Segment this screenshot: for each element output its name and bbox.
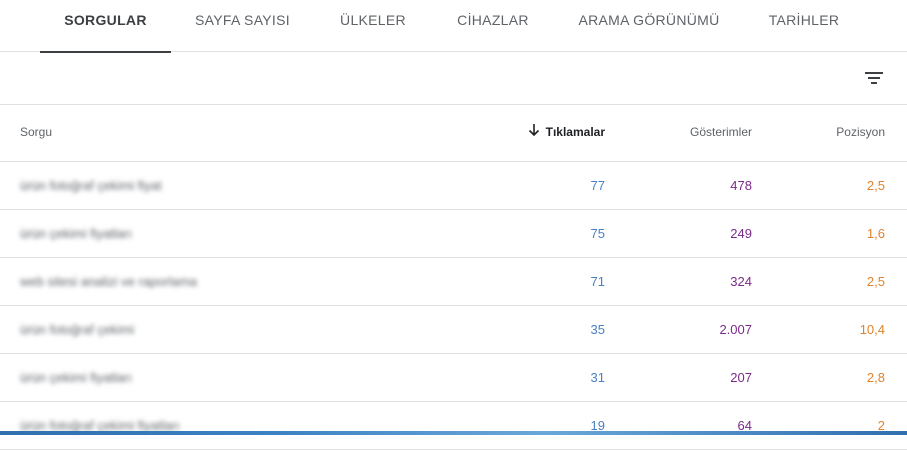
tab-label: ARAMA GÖRÜNÜMÜ (578, 12, 720, 28)
impressions-cell: 2.007 (719, 322, 752, 337)
impressions-cell: 324 (730, 274, 752, 289)
clicks-cell: 35 (590, 322, 605, 337)
tab-devices[interactable]: CİHAZLAR (440, 0, 546, 52)
tab-label: SAYFA SAYISI (195, 12, 290, 28)
position-cell: 2,5 (866, 178, 885, 193)
column-header-clicks[interactable]: Tıklamalar (546, 125, 605, 139)
column-header-position[interactable]: Pozisyon (836, 125, 885, 139)
table-row[interactable]: ürün çekimi fiyatları 75 249 1,6 (0, 210, 907, 258)
report-tabs: SORGULAR SAYFA SAYISI ÜLKELER CİHAZLAR A… (0, 0, 907, 53)
table-row[interactable]: ürün fotoğraf çekimi fiyatları 19 64 2 (0, 402, 907, 450)
filter-icon (865, 72, 883, 84)
position-cell: 1,6 (866, 226, 885, 241)
table-row[interactable]: ürün fotoğraf çekimi fiyat 77 478 2,5 (0, 162, 907, 210)
tab-label: TARİHLER (768, 12, 840, 28)
tab-dates[interactable]: TARİHLER (752, 0, 856, 52)
tab-queries[interactable]: SORGULAR (40, 0, 171, 53)
column-header-query[interactable]: Sorgu (20, 125, 52, 139)
query-cell[interactable]: ürün çekimi fiyatları (20, 226, 132, 241)
position-cell: 2,5 (866, 274, 885, 289)
query-cell[interactable]: ürün çekimi fiyatları (20, 370, 132, 385)
tab-label: ÜLKELER (340, 12, 406, 28)
tab-countries[interactable]: ÜLKELER (325, 0, 421, 52)
position-cell: 2,8 (866, 370, 885, 385)
clicks-cell: 75 (590, 226, 605, 241)
table-body: ürün fotoğraf çekimi fiyat 77 478 2,5 ür… (0, 162, 907, 450)
filter-button[interactable] (860, 64, 888, 92)
tab-label: CİHAZLAR (457, 12, 529, 28)
impressions-cell: 478 (730, 178, 752, 193)
impressions-cell: 249 (730, 226, 752, 241)
query-cell[interactable]: ürün fotoğraf çekimi (20, 322, 134, 337)
tab-label: SORGULAR (64, 12, 147, 28)
clicks-cell: 77 (590, 178, 605, 193)
clicks-cell: 31 (590, 370, 605, 385)
table-toolbar (0, 52, 907, 105)
impressions-cell: 207 (730, 370, 752, 385)
table-row[interactable]: ürün fotoğraf çekimi 35 2.007 10,4 (0, 306, 907, 354)
tab-pages[interactable]: SAYFA SAYISI (180, 0, 305, 52)
clicks-cell: 71 (590, 274, 605, 289)
column-header-impressions[interactable]: Gösterimler (690, 125, 752, 139)
query-cell[interactable]: ürün fotoğraf çekimi fiyat (20, 178, 162, 193)
taskbar-edge (0, 431, 907, 435)
position-cell: 10,4 (859, 322, 885, 337)
table-row[interactable]: ürün çekimi fiyatları 31 207 2,8 (0, 354, 907, 402)
query-cell[interactable]: web sitesi analizi ve raporlama (20, 274, 197, 289)
table-header: Sorgu Tıklamalar Gösterimler Pozisyon (0, 105, 907, 162)
table-row[interactable]: web sitesi analizi ve raporlama 71 324 2… (0, 258, 907, 306)
arrow-down-icon (528, 124, 540, 137)
tab-search-appearance[interactable]: ARAMA GÖRÜNÜMÜ (565, 0, 733, 52)
